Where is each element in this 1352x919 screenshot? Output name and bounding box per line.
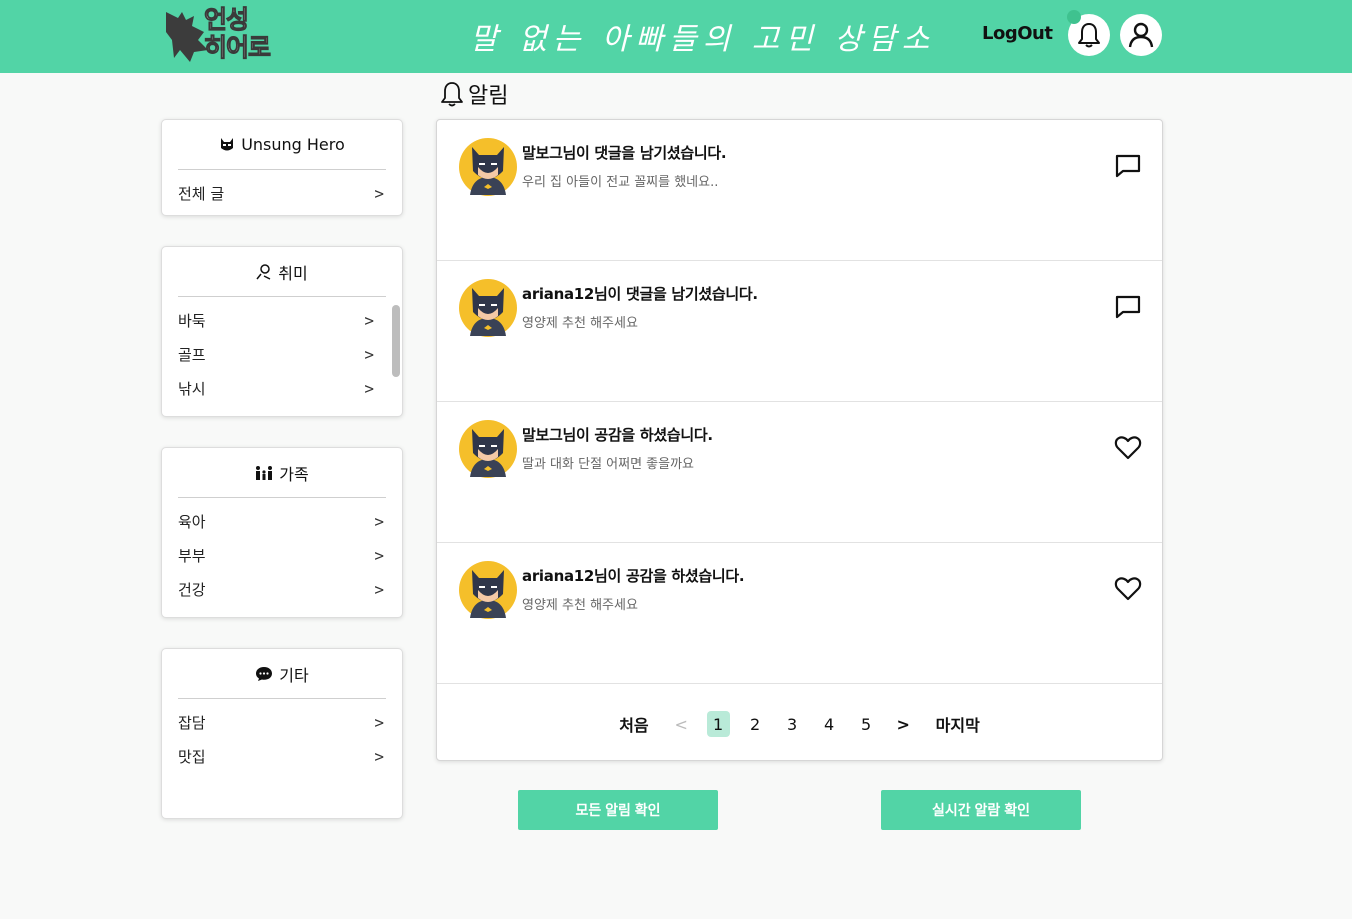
page-link-5[interactable]: 5 bbox=[855, 711, 878, 737]
page-link-2[interactable]: 2 bbox=[744, 711, 767, 737]
sidebar-item-chat[interactable]: 잡담 > bbox=[178, 705, 386, 739]
notification-title: ariana12님이 공감을 하셨습니다. bbox=[522, 567, 745, 585]
card-title-main: Unsung Hero bbox=[241, 135, 345, 154]
notification-title: 말보그님이 댓글을 남기셨습니다. bbox=[522, 144, 727, 162]
comment-icon bbox=[1115, 295, 1141, 319]
notification-preview: 딸과 대화 단절 어쩌면 좋을까요 bbox=[522, 457, 695, 472]
logout-link[interactable]: LogOut bbox=[982, 23, 1053, 44]
card-header-hobby: 취미 bbox=[178, 247, 386, 297]
notification-title: ariana12님이 댓글을 남기셨습니다. bbox=[522, 285, 758, 303]
card-header-family: 가족 bbox=[178, 448, 386, 498]
new-notification-dot bbox=[1067, 10, 1081, 24]
sidebar-card-hobby: 취미 바둑 > 골프 > 낚시 > bbox=[161, 246, 403, 417]
person-icon bbox=[256, 263, 271, 280]
chevron-right-icon: > bbox=[374, 579, 384, 599]
page-first-link[interactable]: 처음 bbox=[619, 711, 648, 737]
page-link-1[interactable]: 1 bbox=[706, 711, 730, 737]
notification-item[interactable]: 말보그님이 댓글을 남기셨습니다. 우리 집 아들이 전교 꼴찌를 했네요.. bbox=[437, 120, 1162, 261]
card-header-main: Unsung Hero bbox=[178, 120, 386, 170]
top-header: 언성 히어로 말 없는 아빠들의 고민 상담소 LogOut bbox=[0, 0, 1352, 73]
page-next-link[interactable]: > bbox=[892, 711, 915, 737]
family-icon bbox=[256, 465, 273, 480]
bell-icon bbox=[1078, 23, 1100, 48]
bell-icon bbox=[441, 82, 463, 107]
chevron-right-icon: > bbox=[374, 511, 384, 531]
page-prev-link[interactable]: < bbox=[670, 711, 693, 737]
site-logo[interactable]: 언성 히어로 bbox=[164, 5, 284, 66]
chevron-right-icon: > bbox=[364, 344, 374, 364]
chevron-right-icon: > bbox=[364, 378, 374, 398]
chevron-right-icon: > bbox=[364, 310, 374, 330]
sidebar-item-all-posts[interactable]: 전체 글 > bbox=[178, 176, 386, 210]
sidebar-item-parenting[interactable]: 육아 > bbox=[178, 504, 386, 538]
chevron-right-icon: > bbox=[374, 545, 384, 565]
heart-icon bbox=[1114, 436, 1142, 460]
avatar bbox=[459, 279, 517, 337]
sidebar-item-baduk[interactable]: 바둑 > bbox=[178, 303, 376, 337]
card-title-etc: 기타 bbox=[279, 665, 309, 685]
sidebar-card-main: Unsung Hero 전체 글 > bbox=[161, 119, 403, 216]
chevron-right-icon: > bbox=[374, 183, 384, 203]
sidebar-item-couple[interactable]: 부부 > bbox=[178, 538, 386, 572]
sidebar-card-family: 가족 육아 > 부부 > 건강 > bbox=[161, 447, 403, 618]
chevron-right-icon: > bbox=[374, 712, 384, 732]
sidebar-item-golf[interactable]: 골프 > bbox=[178, 337, 376, 371]
avatar bbox=[459, 561, 517, 619]
comment-icon bbox=[1115, 154, 1141, 178]
check-all-notifications-button[interactable]: 모든 알림 확인 bbox=[518, 790, 718, 830]
avatar bbox=[459, 420, 517, 478]
page-last-link[interactable]: 마지막 bbox=[936, 711, 980, 737]
pagination: 처음 < 1 2 3 4 5 > 마지막 bbox=[437, 702, 1162, 746]
page-link-4[interactable]: 4 bbox=[818, 711, 841, 737]
logo-line1: 언성 bbox=[203, 5, 249, 34]
card-title-family: 가족 bbox=[279, 464, 309, 484]
logo-line2: 히어로 bbox=[203, 33, 271, 62]
chat-bubble-icon bbox=[256, 666, 273, 681]
notification-title: 말보그님이 공감을 하셨습니다. bbox=[522, 426, 713, 444]
notification-panel: 말보그님이 댓글을 남기셨습니다. 우리 집 아들이 전교 꼴찌를 했네요.. … bbox=[436, 119, 1163, 761]
user-icon bbox=[1128, 22, 1154, 48]
site-title: 말 없는 아빠들의 고민 상담소 bbox=[470, 22, 936, 57]
notification-preview: 영양제 추천 해주세요 bbox=[522, 316, 638, 331]
sidebar-item-fishing[interactable]: 낚시 > bbox=[178, 371, 376, 405]
sidebar-scrollbar[interactable] bbox=[392, 305, 400, 377]
notification-preview: 우리 집 아들이 전교 꼴찌를 했네요.. bbox=[522, 175, 719, 190]
check-realtime-alarm-button[interactable]: 실시간 알람 확인 bbox=[881, 790, 1081, 830]
sidebar-item-health[interactable]: 건강 > bbox=[178, 572, 386, 606]
avatar bbox=[459, 138, 517, 196]
notification-preview: 영양제 추천 해주세요 bbox=[522, 598, 638, 613]
notification-item[interactable]: ariana12님이 댓글을 남기셨습니다. 영양제 추천 해주세요 bbox=[437, 261, 1162, 402]
profile-button[interactable] bbox=[1120, 14, 1162, 56]
page-link-3[interactable]: 3 bbox=[781, 711, 804, 737]
heart-icon bbox=[1114, 577, 1142, 601]
sidebar-card-etc: 기타 잡담 > 맛집 > bbox=[161, 648, 403, 819]
notification-item[interactable]: 말보그님이 공감을 하셨습니다. 딸과 대화 단절 어쩌면 좋을까요 bbox=[437, 402, 1162, 543]
page-title: 알림 bbox=[440, 78, 508, 110]
notification-item[interactable]: ariana12님이 공감을 하셨습니다. 영양제 추천 해주세요 bbox=[437, 543, 1162, 684]
card-title-hobby: 취미 bbox=[278, 263, 308, 283]
chevron-right-icon: > bbox=[374, 746, 384, 766]
card-header-etc: 기타 bbox=[178, 649, 386, 699]
sidebar-item-food[interactable]: 맛집 > bbox=[178, 739, 386, 773]
mask-icon bbox=[221, 137, 234, 150]
